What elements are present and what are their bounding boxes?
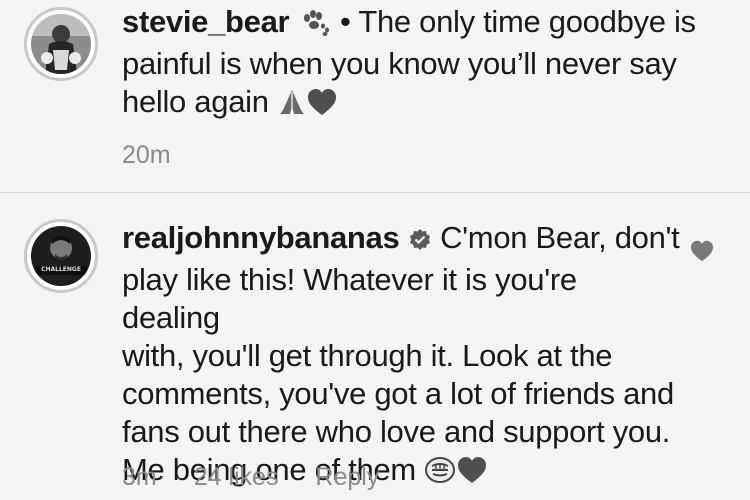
heart-icon — [307, 87, 337, 125]
folded-hands-icon — [277, 87, 307, 125]
timestamp: 20m — [122, 141, 171, 169]
username[interactable]: realjohnnybananas — [122, 220, 400, 255]
avatar-photo — [31, 14, 91, 74]
likes-count[interactable]: 24 likes — [194, 463, 279, 491]
avatar[interactable] — [24, 7, 98, 81]
comment-text-line: The only time goodbye is — [358, 4, 696, 39]
comment-text-line: play like this! Whatever it is you're de… — [122, 262, 577, 335]
comment-text-line: comments, you've got a lot of friends an… — [122, 376, 674, 411]
comment-text-line: painful is when you know you’ll never sa… — [122, 46, 677, 81]
avatar[interactable]: CHALLENGE — [24, 219, 98, 293]
comment-text-line: C'mon Bear, don't — [440, 220, 680, 255]
comment-body: stevie_bear • The only time goodbye is p… — [122, 3, 722, 125]
username[interactable]: stevie_bear — [122, 4, 290, 39]
comment-2: CHALLENGE realjohnnybananas C'mon Bear, … — [0, 193, 750, 500]
verified-badge-icon — [408, 223, 432, 261]
reply-button[interactable]: Reply — [315, 463, 379, 491]
comment-text-line: with, you'll get through it. Look at the — [122, 338, 613, 373]
comment-text-line: hello again — [122, 84, 269, 119]
comment-body: realjohnnybananas C'mon Bear, don't play… — [122, 219, 682, 493]
separator-dot: • — [339, 4, 351, 39]
comment-meta: 3m 24 likes Reply — [122, 463, 409, 492]
avatar-badge-text: CHALLENGE — [41, 266, 81, 273]
paw-prints-icon — [298, 7, 332, 45]
comment-text-line: fans out there who love and support you. — [122, 414, 671, 449]
comment-1: stevie_bear • The only time goodbye is p… — [0, 0, 750, 192]
like-heart-icon[interactable] — [690, 240, 714, 262]
timestamp: 3m — [122, 463, 157, 491]
comment-meta: 20m — [122, 141, 201, 170]
heart-icon — [456, 455, 488, 493]
avatar-photo: CHALLENGE — [31, 226, 91, 286]
raised-fist-icon — [424, 455, 456, 493]
